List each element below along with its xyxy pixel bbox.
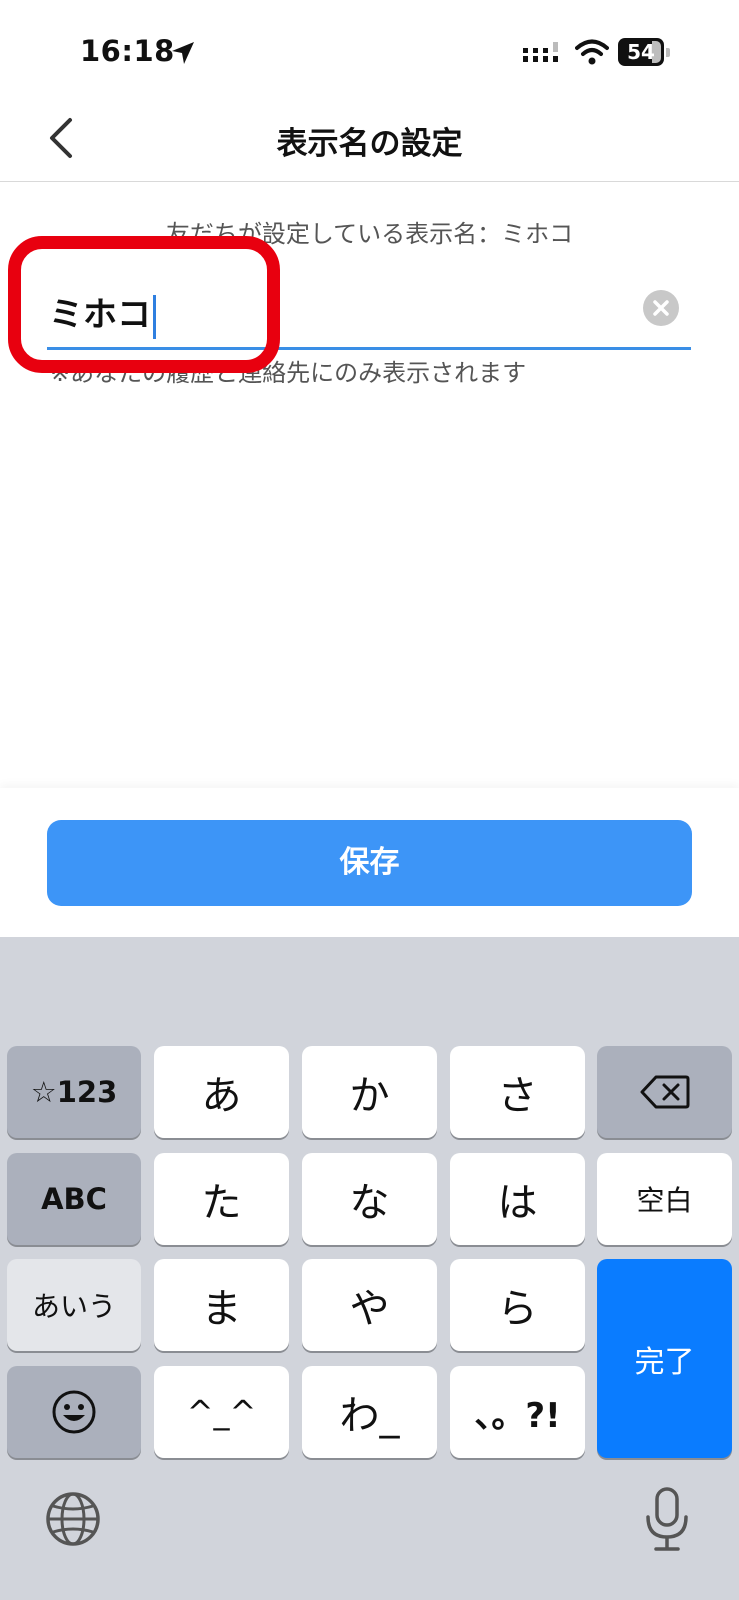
delete-key[interactable]: [597, 1046, 732, 1138]
key-wa-row[interactable]: わ_: [302, 1366, 437, 1458]
header-divider: [0, 181, 739, 182]
annotation-highlight-box: [8, 236, 280, 373]
location-arrow-icon: [172, 42, 194, 64]
key-space[interactable]: 空白: [597, 1153, 732, 1245]
key-ra-row[interactable]: ら: [450, 1259, 585, 1351]
key-na-row[interactable]: な: [302, 1153, 437, 1245]
globe-icon[interactable]: [44, 1490, 102, 1548]
key-kaomoji[interactable]: ^_^: [154, 1366, 289, 1458]
microphone-icon[interactable]: [643, 1487, 691, 1553]
key-ha-row[interactable]: は: [450, 1153, 585, 1245]
key-kana[interactable]: あいう: [7, 1259, 141, 1351]
key-ya-row[interactable]: や: [302, 1259, 437, 1351]
page-title: 表示名の設定: [276, 126, 463, 162]
key-sa-row[interactable]: さ: [450, 1046, 585, 1138]
key-symbols[interactable]: ☆123: [7, 1046, 141, 1138]
battery-percent: 54: [627, 40, 655, 64]
emoji-face-icon: [52, 1390, 96, 1434]
save-button[interactable]: 保存: [47, 820, 692, 906]
key-ma-row[interactable]: ま: [154, 1259, 289, 1351]
key-abc[interactable]: ABC: [7, 1153, 141, 1245]
key-a-row[interactable]: あ: [154, 1046, 289, 1138]
battery-icon: 54: [618, 38, 672, 68]
key-ka-row[interactable]: か: [302, 1046, 437, 1138]
key-ta-row[interactable]: た: [154, 1153, 289, 1245]
done-key[interactable]: 完了: [597, 1259, 732, 1458]
backspace-icon: [640, 1075, 689, 1109]
clear-x-icon: [653, 300, 669, 316]
signal-icon: [523, 42, 558, 62]
key-punctuation[interactable]: 、。?!: [450, 1366, 585, 1458]
emoji-key[interactable]: [7, 1366, 141, 1458]
wifi-icon: [575, 39, 609, 65]
clear-input-button[interactable]: [643, 290, 679, 326]
status-time: 16:18: [80, 34, 175, 68]
